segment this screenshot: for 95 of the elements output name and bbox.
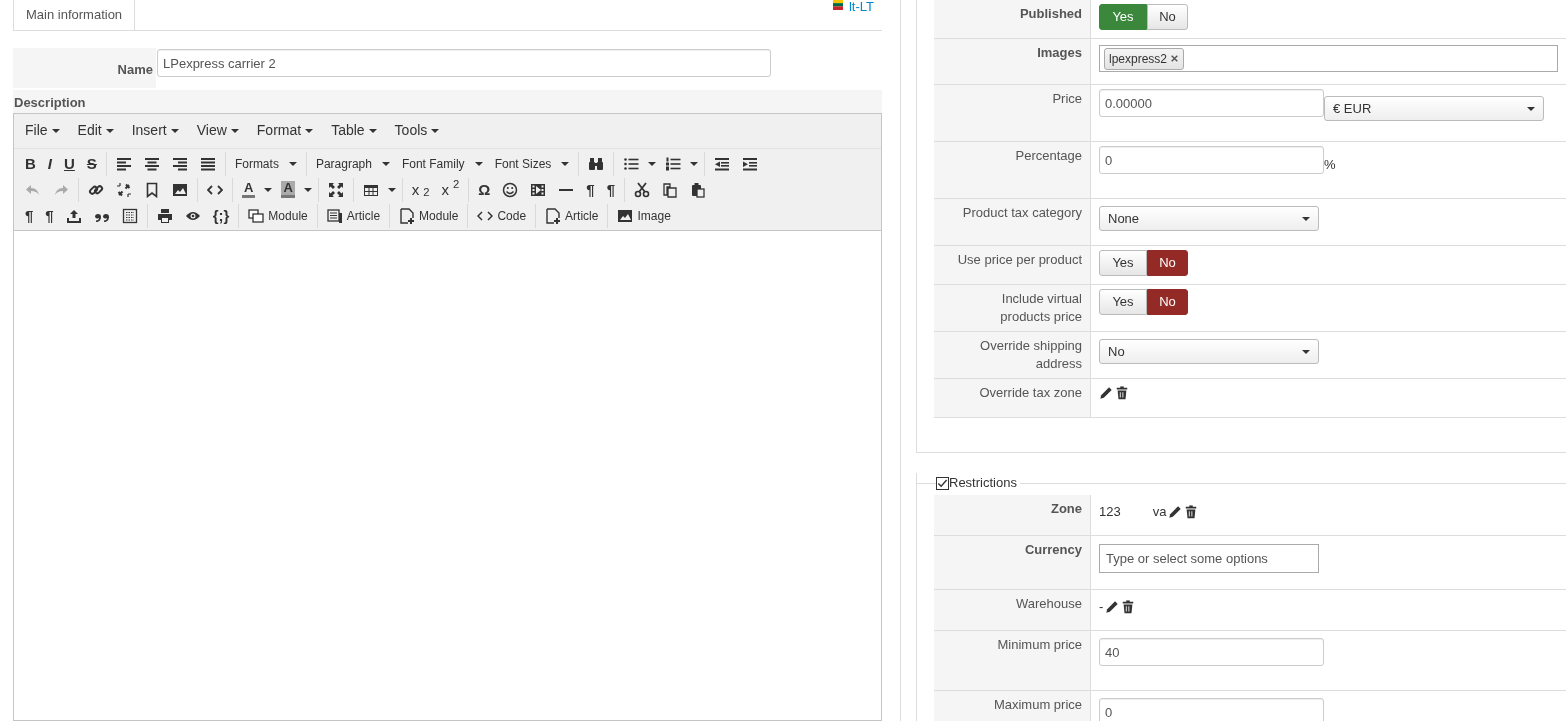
image-button[interactable]: Image [611, 203, 677, 228]
text-field[interactable]: 0 [1099, 146, 1324, 174]
windows-icon [248, 207, 265, 224]
language-link[interactable]: lt-LT [848, 0, 874, 15]
braces-button[interactable]: {;} [206, 203, 236, 228]
font-sizes-dropdown[interactable]: Font Sizes [488, 151, 576, 176]
caret-icon [170, 128, 179, 133]
fieldset-legend: Restrictions [949, 473, 1020, 493]
menu-item[interactable]: Table [322, 118, 386, 143]
field-value: va [1152, 503, 1167, 521]
unit-label: % [1324, 156, 1336, 174]
caret-icon [51, 128, 60, 133]
module-button[interactable]: Module [242, 203, 314, 228]
field-label: Percentage [934, 142, 1091, 198]
name-field[interactable]: LPexpress carrier 2 [157, 49, 771, 77]
menu-item[interactable]: Tools [385, 118, 449, 143]
menu-item[interactable]: File [16, 118, 69, 143]
image-icon [617, 207, 634, 224]
caret-icon [288, 161, 297, 166]
toggle-option[interactable]: Yes [1099, 250, 1147, 276]
subscript-button[interactable]: x$_{2}$ [405, 177, 436, 202]
field-label: Currency [934, 536, 1091, 589]
module-button[interactable]: Module [393, 203, 465, 228]
menu-item[interactable]: Insert [122, 118, 188, 143]
field-label: Include virtual products price [934, 285, 1091, 331]
formats-dropdown[interactable]: Formats [228, 151, 303, 176]
select-field[interactable]: None [1099, 206, 1319, 231]
caret-icon [431, 128, 440, 133]
page-plus-icon [545, 207, 562, 224]
select-field[interactable]: No [1099, 339, 1319, 364]
pencil-icon[interactable] [1105, 599, 1120, 614]
field-label: Name [116, 61, 154, 79]
trash-icon[interactable] [1121, 599, 1136, 614]
strikethrough-button[interactable]: S [80, 151, 103, 176]
caret-icon [561, 161, 570, 166]
field-label: Use price per product [934, 246, 1091, 284]
field-label: Warehouse [934, 590, 1091, 630]
text-field[interactable]: 0.00000 [1099, 89, 1324, 117]
caret-icon [474, 161, 483, 166]
toggle-option[interactable]: Yes [1099, 4, 1147, 30]
text-field[interactable]: 0 [1099, 698, 1324, 721]
field-label: Override shipping address [934, 332, 1091, 378]
menu-item[interactable]: Edit [68, 118, 123, 143]
bold-button[interactable]: B [19, 151, 42, 176]
toggle-option[interactable]: No [1147, 289, 1188, 315]
pencil-icon[interactable] [1168, 504, 1183, 519]
toggle-option[interactable]: No [1147, 250, 1188, 276]
field-value: - [1099, 598, 1104, 616]
field-label: Price [934, 85, 1091, 141]
select-field[interactable]: € EUR [1324, 96, 1544, 121]
font-family-dropdown[interactable]: Font Family [395, 151, 489, 176]
pilcrow-button[interactable]: ¶ [600, 177, 622, 202]
article-button[interactable]: Article [539, 203, 605, 228]
menu-item[interactable]: Format [247, 118, 323, 143]
article-button[interactable]: Article [320, 203, 387, 228]
tab[interactable]: Main information [13, 0, 136, 31]
tag[interactable]: lpexpress2 [1104, 47, 1185, 70]
field-label: Maximum price [934, 691, 1091, 721]
field-label: Zone [934, 495, 1091, 535]
code-button[interactable]: Code [471, 203, 533, 228]
field-label: Published [934, 0, 1091, 38]
paragraph-dropdown[interactable]: Paragraph [309, 151, 396, 176]
caret-icon [230, 128, 239, 133]
tag-field[interactable]: lpexpress2 [1099, 45, 1558, 72]
caret-icon [381, 161, 390, 166]
text-color-button[interactable]: A [236, 177, 262, 202]
pilcrow-button[interactable]: ¶ [19, 203, 40, 228]
page-plus-icon [399, 207, 416, 224]
text-field[interactable]: Type or select some options [1099, 544, 1319, 573]
caret-icon [105, 128, 114, 133]
toggle-option[interactable]: Yes [1099, 289, 1147, 315]
field-label: Override tax zone [934, 379, 1091, 417]
field-label: Images [934, 39, 1091, 84]
checkbox[interactable] [936, 476, 949, 490]
newspaper-icon [326, 207, 343, 224]
trash-icon[interactable] [1115, 386, 1129, 400]
toggle-option[interactable]: No [1147, 4, 1188, 30]
underline-button[interactable]: U [58, 151, 81, 176]
text-field[interactable]: 40 [1099, 638, 1324, 666]
menu-item[interactable]: View [187, 118, 248, 143]
omega-button[interactable]: Ω [472, 177, 497, 202]
italic-button[interactable]: I [41, 151, 58, 176]
pilcrow-button[interactable]: ¶ [580, 177, 601, 202]
field-value: 123 [1099, 503, 1121, 521]
caret-icon [305, 128, 314, 133]
pilcrow-button[interactable]: ¶ [39, 203, 60, 228]
pencil-icon[interactable] [1099, 386, 1113, 400]
field-label: Minimum price [934, 631, 1091, 690]
field-label: Description [13, 90, 882, 113]
field-label: Product tax category [934, 199, 1091, 245]
caret-icon [368, 128, 377, 133]
remove-icon[interactable] [1170, 54, 1180, 63]
highlight-color-button[interactable]: A [275, 177, 301, 202]
trash-icon[interactable] [1184, 504, 1199, 519]
superscript-button[interactable]: x$^{2}$ [435, 177, 466, 202]
